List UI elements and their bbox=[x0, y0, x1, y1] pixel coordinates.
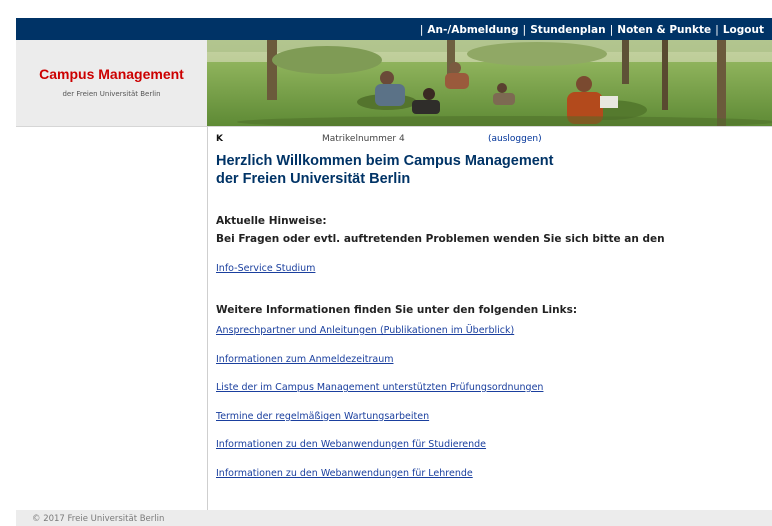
top-strip bbox=[0, 0, 772, 18]
link-webanwendungen-lehrende[interactable]: Informationen zu den Webanwendungen für … bbox=[216, 468, 768, 497]
notices-text: Bei Fragen oder evtl. auftretenden Probl… bbox=[216, 233, 665, 245]
top-nav: | An-/Abmeldung | Stundenplan | Noten & Punkt… bbox=[207, 18, 772, 40]
page-title: Herzlich Willkommen beim Campus Manageme… bbox=[216, 152, 768, 188]
campus-photo-banner bbox=[207, 40, 772, 126]
info-service-link[interactable]: Info-Service Studium bbox=[216, 263, 768, 274]
main-content: K Matrikelnummer 4 (ausloggen) Herzlich … bbox=[216, 134, 768, 496]
matrikel-number: Matrikelnummer 4 bbox=[322, 134, 405, 144]
welcome-line-1: Herzlich Willkommen beim Campus Manageme… bbox=[216, 153, 554, 169]
notices-heading: Aktuelle Hinweise: bbox=[216, 215, 327, 227]
brand-top-bar bbox=[16, 18, 207, 40]
logout-link[interactable]: (ausloggen) bbox=[488, 134, 542, 144]
sidebar-divider bbox=[207, 126, 208, 510]
nav-stundenplan[interactable]: Stundenplan bbox=[526, 24, 609, 36]
link-wartungsarbeiten[interactable]: Termine der regelmäßigen Wartungsarbeite… bbox=[216, 411, 768, 440]
brand-block: Campus Management der Freien Universität… bbox=[16, 40, 207, 126]
info-link-list: Ansprechpartner und Anleitungen (Publika… bbox=[216, 325, 768, 496]
nav-noten-punkte[interactable]: Noten & Punkte bbox=[613, 24, 715, 36]
link-webanwendungen-studierende[interactable]: Informationen zu den Webanwendungen für … bbox=[216, 439, 768, 468]
nav-an-abmeldung[interactable]: An-/Abmeldung bbox=[423, 24, 522, 36]
link-anmeldezeitraum[interactable]: Informationen zum Anmeldezeitraum bbox=[216, 354, 768, 383]
brand-subtitle: der Freien Universität Berlin bbox=[62, 90, 161, 98]
link-pruefungsordnungen[interactable]: Liste der im Campus Management unterstüt… bbox=[216, 382, 768, 411]
welcome-line-2: der Freien Universität Berlin bbox=[216, 171, 411, 187]
header-divider bbox=[16, 126, 772, 127]
page: Campus Management der Freien Universität… bbox=[0, 0, 772, 526]
user-info-line: K Matrikelnummer 4 (ausloggen) bbox=[216, 134, 768, 148]
link-ansprechpartner[interactable]: Ansprechpartner und Anleitungen (Publika… bbox=[216, 325, 768, 354]
app-frame: Campus Management der Freien Universität… bbox=[16, 18, 772, 526]
copyright-text: © 2017 Freie Universität Berlin bbox=[32, 514, 165, 524]
nav-logout[interactable]: Logout bbox=[719, 24, 768, 36]
campus-photo-image bbox=[207, 40, 772, 126]
footer: © 2017 Freie Universität Berlin bbox=[16, 510, 772, 526]
brand-title: Campus Management bbox=[39, 66, 184, 82]
more-info-heading: Weitere Informationen finden Sie unter d… bbox=[216, 304, 578, 316]
user-name: K bbox=[216, 134, 223, 144]
